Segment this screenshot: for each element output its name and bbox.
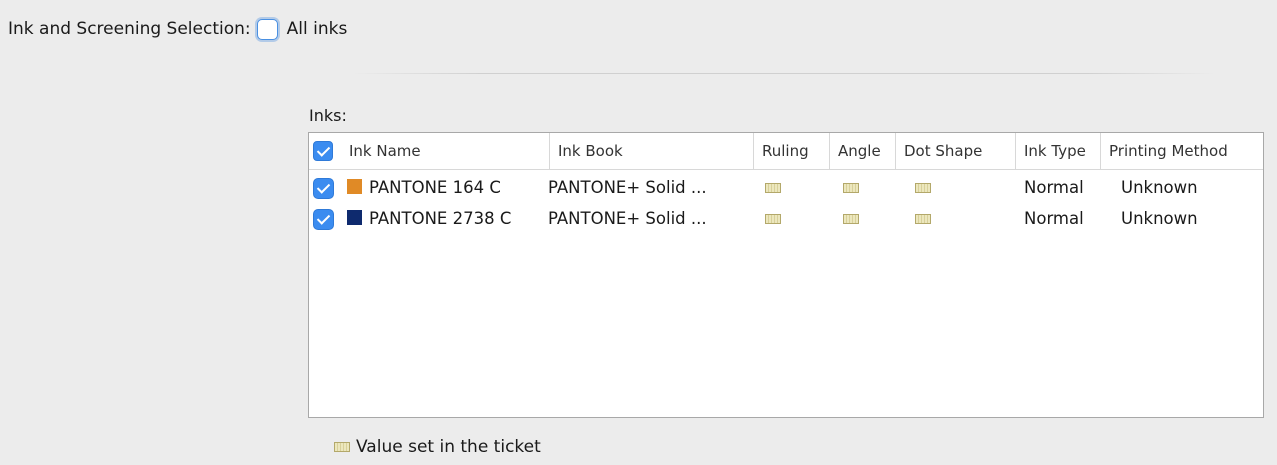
angle-cell[interactable]	[843, 203, 859, 234]
row-checkbox[interactable]	[313, 178, 334, 199]
ink-type: Normal	[1024, 178, 1084, 197]
ruling-cell[interactable]	[765, 203, 781, 234]
column-header-angle[interactable]: Angle	[829, 133, 895, 169]
column-header-ruling[interactable]: Ruling	[753, 133, 829, 169]
ticket-value-icon	[843, 213, 859, 224]
ink-screening-selection-row: Ink and Screening Selection: All inks	[8, 17, 347, 41]
table-header: Ink Name Ink Book Ruling Angle Dot Shape…	[309, 133, 1263, 170]
ticket-value-icon	[334, 442, 350, 452]
ink-name: PANTONE 2738 C	[369, 209, 512, 228]
ticket-value-icon	[915, 182, 931, 193]
printing-method: Unknown	[1121, 209, 1198, 228]
ticket-value-icon	[843, 182, 859, 193]
header-select-all-cell	[309, 133, 345, 169]
ink-screening-selection-label: Ink and Screening Selection:	[8, 19, 251, 39]
dot-shape-cell[interactable]	[915, 172, 931, 203]
legend-text: Value set in the ticket	[356, 437, 541, 457]
ink-color-swatch	[347, 179, 362, 194]
table-row[interactable]: PANTONE 164 C PANTONE+ Solid ... Normal …	[309, 172, 1263, 203]
angle-cell[interactable]	[843, 172, 859, 203]
all-inks-checkbox[interactable]	[256, 18, 278, 40]
column-header-dot-shape[interactable]: Dot Shape	[895, 133, 1015, 169]
ink-name-cell: PANTONE 164 C	[347, 172, 501, 203]
column-header-ink-type[interactable]: Ink Type	[1015, 133, 1100, 169]
legend: Value set in the ticket	[334, 437, 541, 457]
table-row[interactable]: PANTONE 2738 C PANTONE+ Solid ... Normal…	[309, 203, 1263, 234]
printing-method: Unknown	[1121, 178, 1198, 197]
separator	[352, 73, 1216, 74]
ink-book: PANTONE+ Solid ...	[548, 209, 707, 228]
ticket-value-icon	[915, 213, 931, 224]
ink-name-cell: PANTONE 2738 C	[347, 203, 511, 234]
ticket-value-icon	[765, 182, 781, 193]
ticket-value-icon	[765, 213, 781, 224]
row-checkbox-cell	[313, 172, 334, 203]
dot-shape-cell[interactable]	[915, 203, 931, 234]
inks-table: Ink Name Ink Book Ruling Angle Dot Shape…	[308, 132, 1264, 418]
column-header-printing-method[interactable]: Printing Method	[1100, 133, 1263, 169]
all-inks-label[interactable]: All inks	[287, 19, 348, 39]
select-all-checkbox[interactable]	[313, 141, 333, 161]
row-checkbox-cell	[313, 203, 334, 234]
column-header-ink-name[interactable]: Ink Name	[341, 133, 549, 169]
column-header-ink-book[interactable]: Ink Book	[549, 133, 753, 169]
ink-book: PANTONE+ Solid ...	[548, 178, 707, 197]
ink-color-swatch	[347, 210, 362, 225]
ink-type: Normal	[1024, 209, 1084, 228]
ink-name: PANTONE 164 C	[369, 178, 501, 197]
inks-label: Inks:	[309, 106, 347, 125]
row-checkbox[interactable]	[313, 209, 334, 230]
ruling-cell[interactable]	[765, 172, 781, 203]
